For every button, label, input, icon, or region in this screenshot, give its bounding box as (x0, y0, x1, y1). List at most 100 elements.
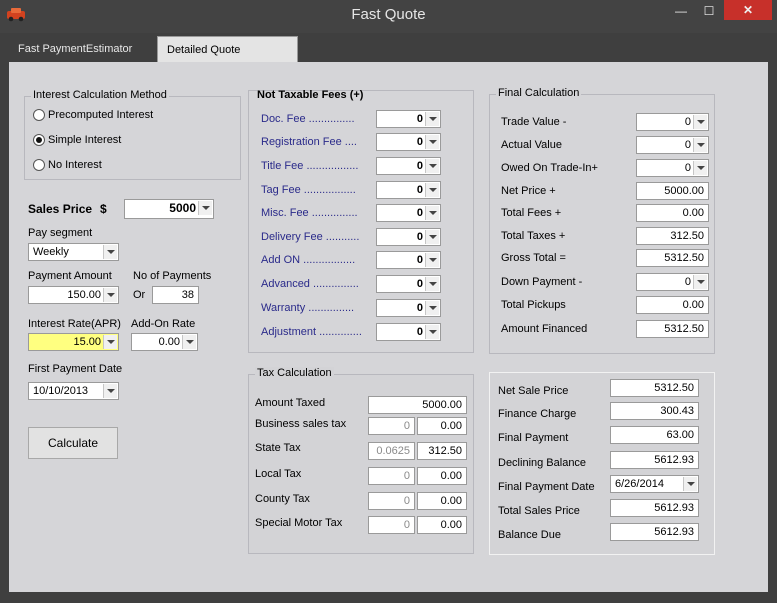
county-tax-rate[interactable]: 0 (368, 492, 415, 510)
state-tax-label: State Tax (255, 442, 301, 454)
final-payment-field[interactable]: 63.00 (610, 426, 699, 444)
final-payment-date-picker[interactable]: 6/26/2014 (610, 475, 699, 493)
warranty-label: Warranty ............... (261, 302, 355, 314)
doc-fee-field[interactable]: 0 (376, 110, 441, 128)
payment-amount-label: Payment Amount (28, 270, 112, 282)
add-on-label: Add ON ................. (261, 254, 356, 266)
precomputed-interest-label[interactable]: Precomputed Interest (48, 109, 153, 121)
first-payment-date-picker[interactable]: 10/10/2013 (28, 382, 119, 400)
chevron-down-icon[interactable] (425, 159, 439, 173)
chevron-down-icon[interactable] (693, 115, 707, 129)
local-tax-amount[interactable]: 0.00 (417, 467, 467, 485)
chevron-down-icon[interactable] (425, 112, 439, 126)
calendar-dropdown-icon[interactable] (683, 477, 697, 491)
total-sales-price-field[interactable]: 5612.93 (610, 499, 699, 517)
sales-price-field[interactable]: 5000 (124, 199, 214, 219)
chevron-down-icon[interactable] (425, 230, 439, 244)
chevron-down-icon[interactable] (425, 253, 439, 267)
balance-due-field[interactable]: 5612.93 (610, 523, 699, 541)
addon-rate-field[interactable]: 0.00 (131, 333, 198, 351)
interest-rate-label: Interest Rate(APR) (28, 318, 121, 330)
calendar-dropdown-icon[interactable] (103, 384, 117, 398)
registration-fee-field[interactable]: 0 (376, 133, 441, 151)
net-sale-price-field[interactable]: 5312.50 (610, 379, 699, 397)
tag-fee-field[interactable]: 0 (376, 181, 441, 199)
delivery-fee-field[interactable]: 0 (376, 228, 441, 246)
total-pickups-label: Total Pickups (501, 299, 566, 311)
no-payments-field[interactable]: 38 (152, 286, 199, 304)
state-tax-amount[interactable]: 312.50 (417, 442, 467, 460)
down-payment-field[interactable]: 0 (636, 273, 709, 291)
chevron-down-icon[interactable] (425, 277, 439, 291)
precomputed-interest-radio[interactable] (33, 109, 45, 121)
no-interest-radio[interactable] (33, 159, 45, 171)
chevron-down-icon[interactable] (693, 275, 707, 289)
simple-interest-label[interactable]: Simple Interest (48, 134, 121, 146)
total-fees-field[interactable]: 0.00 (636, 204, 709, 222)
final-payment-date-value: 6/26/2014 (615, 478, 664, 490)
business-sales-tax-rate[interactable]: 0 (368, 417, 415, 435)
chevron-down-icon[interactable] (182, 335, 196, 349)
chevron-down-icon[interactable] (425, 135, 439, 149)
registration-fee-value: 0 (416, 136, 423, 148)
simple-interest-radio[interactable] (33, 134, 45, 146)
chevron-down-icon[interactable] (103, 245, 117, 259)
net-price-field[interactable]: 5000.00 (636, 182, 709, 200)
no-interest-label[interactable]: No Interest (48, 159, 102, 171)
delivery-fee-label: Delivery Fee ........... (261, 231, 360, 243)
sales-price-value: 5000 (169, 201, 196, 215)
first-payment-value: 10/10/2013 (33, 385, 89, 397)
doc-fee-value: 0 (416, 113, 423, 125)
trade-value-field[interactable]: 0 (636, 113, 709, 131)
chevron-down-icon[interactable] (103, 335, 117, 349)
doc-fee-label: Doc. Fee ............... (261, 113, 355, 125)
adjustment-field[interactable]: 0 (376, 323, 441, 341)
detailed-quote-panel: Interest Calculation Method Precomputed … (9, 62, 768, 592)
minimize-button[interactable]: — (668, 1, 694, 21)
special-motor-tax-amount[interactable]: 0.00 (417, 516, 467, 534)
total-pickups-field[interactable]: 0.00 (636, 296, 709, 314)
payment-amount-field[interactable]: 150.00 (28, 286, 119, 304)
payment-amount-value: 150.00 (67, 289, 101, 301)
business-sales-tax-amount[interactable]: 0.00 (417, 417, 467, 435)
balance-due-label: Balance Due (498, 529, 561, 541)
maximize-button[interactable]: ☐ (696, 1, 722, 21)
add-on-field[interactable]: 0 (376, 251, 441, 269)
close-button[interactable]: ✕ (724, 0, 772, 20)
special-motor-tax-rate[interactable]: 0 (368, 516, 415, 534)
amount-taxed-field[interactable]: 5000.00 (368, 396, 467, 414)
tab-fast-payment-estimator[interactable]: Fast PaymentEstimator (9, 36, 156, 62)
actual-value-field[interactable]: 0 (636, 136, 709, 154)
county-tax-amount[interactable]: 0.00 (417, 492, 467, 510)
trade-value-value: 0 (684, 116, 691, 128)
chevron-down-icon[interactable] (103, 288, 117, 302)
tab-detailed-quote[interactable]: Detailed Quote (157, 36, 298, 62)
local-tax-rate[interactable]: 0 (368, 467, 415, 485)
amount-financed-field[interactable]: 5312.50 (636, 320, 709, 338)
pay-segment-select[interactable]: Weekly (28, 243, 119, 261)
chevron-down-icon[interactable] (425, 183, 439, 197)
title-fee-field[interactable]: 0 (376, 157, 441, 175)
chevron-down-icon[interactable] (198, 201, 212, 215)
warranty-field[interactable]: 0 (376, 299, 441, 317)
chevron-down-icon[interactable] (693, 138, 707, 152)
chevron-down-icon[interactable] (693, 161, 707, 175)
delivery-fee-value: 0 (416, 231, 423, 243)
chevron-down-icon[interactable] (425, 325, 439, 339)
declining-balance-field[interactable]: 5612.93 (610, 451, 699, 469)
final-calculation-title: Final Calculation (496, 87, 582, 99)
total-taxes-field[interactable]: 312.50 (636, 227, 709, 245)
calculate-button[interactable]: Calculate (28, 427, 118, 459)
chevron-down-icon[interactable] (425, 301, 439, 315)
warranty-value: 0 (416, 302, 423, 314)
finance-charge-field[interactable]: 300.43 (610, 402, 699, 420)
interest-rate-field[interactable]: 15.00 (28, 333, 119, 351)
chevron-down-icon[interactable] (425, 206, 439, 220)
add-on-value: 0 (416, 254, 423, 266)
gross-total-field[interactable]: 5312.50 (636, 249, 709, 267)
misc-fee-field[interactable]: 0 (376, 204, 441, 222)
owed-on-trade-in-field[interactable]: 0 (636, 159, 709, 177)
advanced-field[interactable]: 0 (376, 275, 441, 293)
state-tax-rate[interactable]: 0.0625 (368, 442, 415, 460)
advanced-label: Advanced ............... (261, 278, 359, 290)
